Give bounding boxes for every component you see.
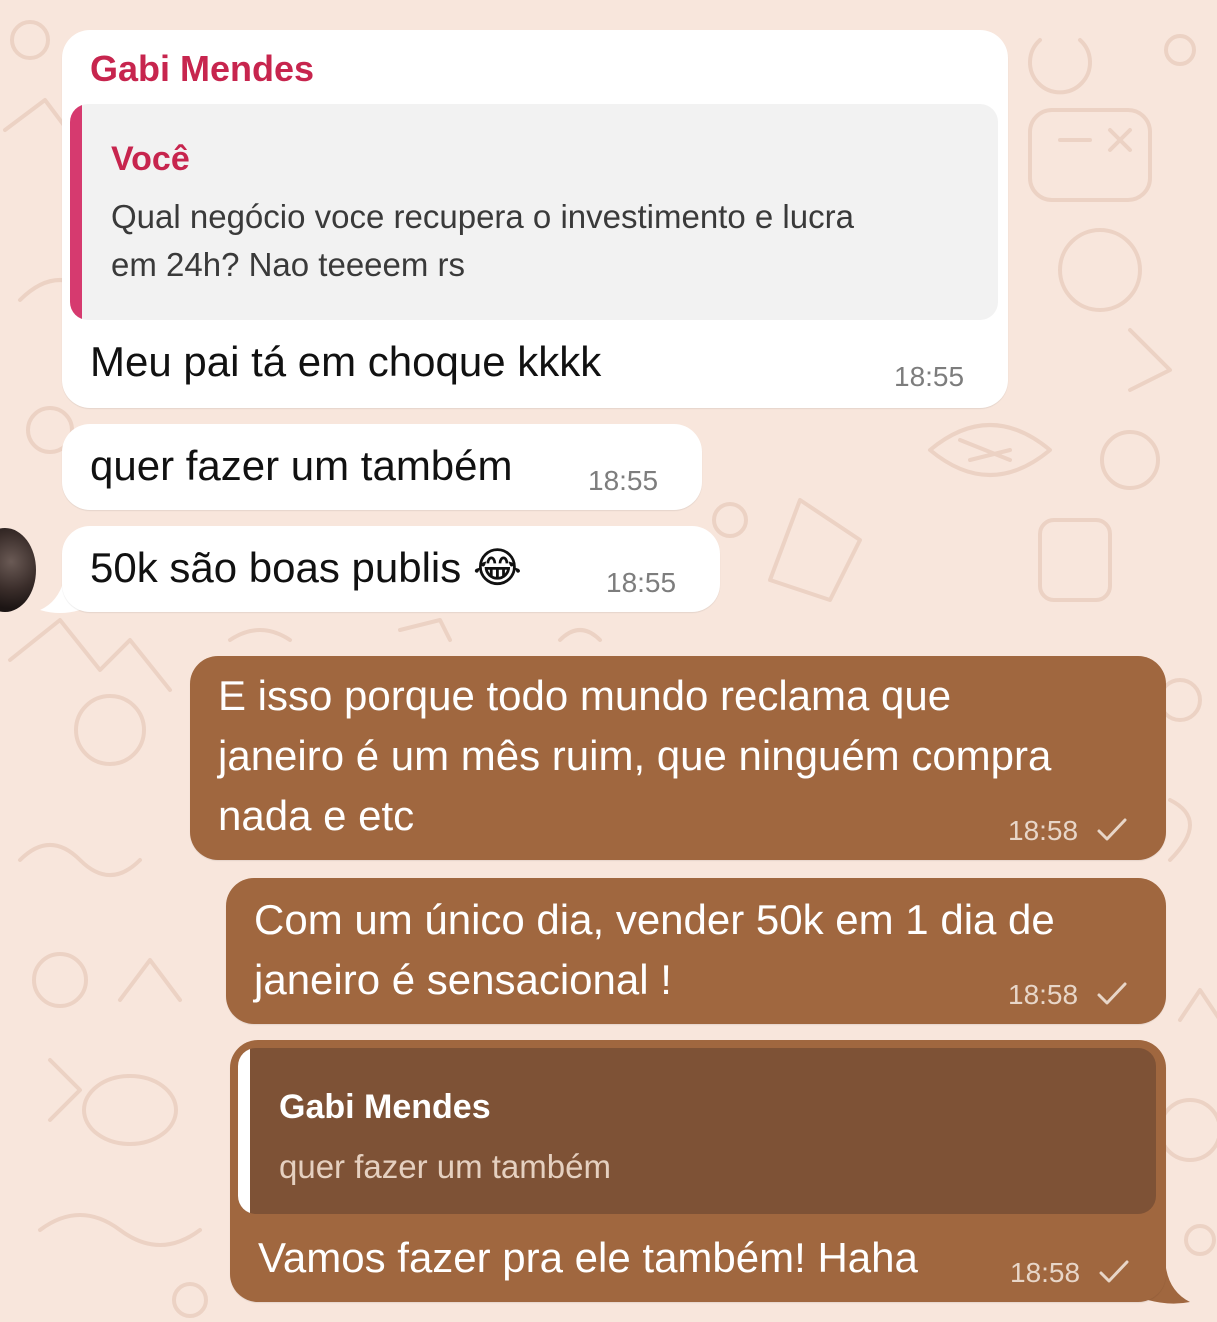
message-text-line: janeiro é um mês ruim, que ninguém compr… — [218, 732, 1052, 779]
message-text: 50k são boas publis 😂 — [90, 544, 522, 591]
message-text-line: E isso porque todo mundo reclama que — [218, 672, 952, 719]
quoted-text-line: em 24h? Nao teeeem rs — [111, 246, 466, 283]
message-text: Meu pai tá em choque kkkk — [90, 338, 602, 385]
message-timestamp: 18:58 — [1008, 979, 1079, 1010]
message-text-line: nada e etc — [218, 792, 415, 839]
quoted-author: Você — [111, 140, 190, 178]
quoted-author: Gabi Mendes — [279, 1088, 491, 1126]
message-timestamp: 18:55 — [588, 465, 659, 496]
message-text: quer fazer um também — [90, 442, 513, 489]
incoming-message-bubble[interactable]: Gabi Mendes Você Qual negócio voce recup… — [62, 30, 1008, 408]
outgoing-message-bubble[interactable]: Gabi Mendes quer fazer um também Vamos f… — [230, 1040, 1166, 1302]
message-text: Vamos fazer pra ele também! Haha — [258, 1234, 918, 1281]
outgoing-message-bubble[interactable]: Com um único dia, vender 50k em 1 dia de… — [226, 878, 1166, 1024]
message-text-line: janeiro é sensacional ! — [254, 956, 672, 1003]
message-timestamp: 18:58 — [1008, 815, 1079, 846]
incoming-message-bubble[interactable]: 50k são boas publis 😂 18:55 — [62, 526, 720, 612]
message-timestamp: 18:55 — [606, 567, 677, 598]
quoted-text: quer fazer um também — [279, 1148, 611, 1185]
quoted-text-line: Qual negócio voce recupera o investiment… — [111, 198, 854, 235]
incoming-message-bubble[interactable]: quer fazer um também 18:55 — [62, 424, 702, 510]
quoted-message[interactable]: Você Qual negócio voce recupera o invest… — [70, 104, 998, 320]
quote-bar — [70, 104, 82, 320]
single-check-icon — [1097, 818, 1127, 841]
single-check-icon — [1097, 982, 1127, 1005]
outgoing-message-bubble[interactable]: E isso porque todo mundo reclama que jan… — [190, 656, 1166, 860]
message-text-line: Com um único dia, vender 50k em 1 dia de — [254, 896, 1055, 943]
single-check-icon — [1099, 1260, 1129, 1283]
quote-bar — [238, 1048, 250, 1214]
message-timestamp: 18:55 — [894, 361, 965, 392]
message-timestamp: 18:58 — [1010, 1257, 1081, 1288]
sender-name[interactable]: Gabi Mendes — [90, 48, 314, 90]
quoted-message[interactable]: Gabi Mendes quer fazer um também — [238, 1048, 1156, 1214]
